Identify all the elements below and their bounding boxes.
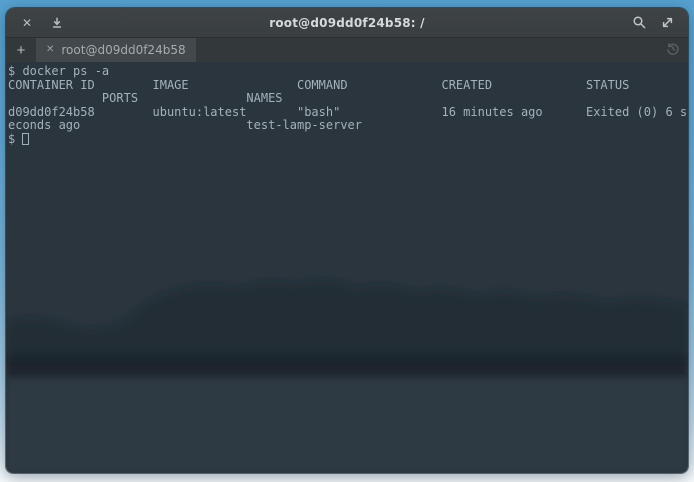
terminal[interactable]: $ docker ps -aCONTAINER ID IMAGE COMMAND… [6,62,688,473]
terminal-line: econds ago test-lamp-server [8,119,688,133]
tab-label: root@d09dd0f24b58: / [61,43,186,57]
titlebar: ✕ root@d09dd0f24b58: / [6,8,688,38]
terminal-line: PORTS NAMES [8,92,688,106]
terminal-cursor [22,133,29,145]
terminal-prompt-line: $ [8,133,688,147]
tabbar: + ✕ root@d09dd0f24b58: / [6,38,688,62]
tab-active[interactable]: ✕ root@d09dd0f24b58: / [36,38,196,62]
resize-button[interactable] [656,12,678,34]
download-icon [50,16,64,30]
search-icon [632,15,647,30]
resize-icon [660,15,675,30]
titlebar-left-controls: ✕ [6,12,68,34]
terminal-prompt: $ [8,133,22,147]
desktop-wallpaper: { "window": { "title": "root@d09dd0f24b5… [0,0,694,482]
download-button[interactable] [46,12,68,34]
search-button[interactable] [628,12,650,34]
terminal-line: $ docker ps -a [8,65,688,79]
plus-icon: + [17,42,26,59]
tab-close-icon[interactable]: ✕ [46,45,54,55]
titlebar-right-controls [628,12,688,34]
tabbar-spacer [196,38,658,62]
terminal-output: $ docker ps -aCONTAINER ID IMAGE COMMAND… [8,65,688,146]
new-tab-button[interactable]: + [6,38,36,62]
history-button[interactable] [658,38,688,62]
terminal-lines: $ docker ps -aCONTAINER ID IMAGE COMMAND… [8,65,688,133]
window-title: root@d09dd0f24b58: / [269,16,425,30]
close-window-button[interactable]: ✕ [16,12,38,34]
history-icon [666,42,680,59]
terminal-line: d09dd0f24b58 ubuntu:latest "bash" 16 min… [8,106,688,120]
close-icon: ✕ [22,17,32,29]
terminal-line: CONTAINER ID IMAGE COMMAND CREATED STATU… [8,79,688,93]
terminal-window: ✕ root@d09dd0f24b58: / [6,8,688,473]
